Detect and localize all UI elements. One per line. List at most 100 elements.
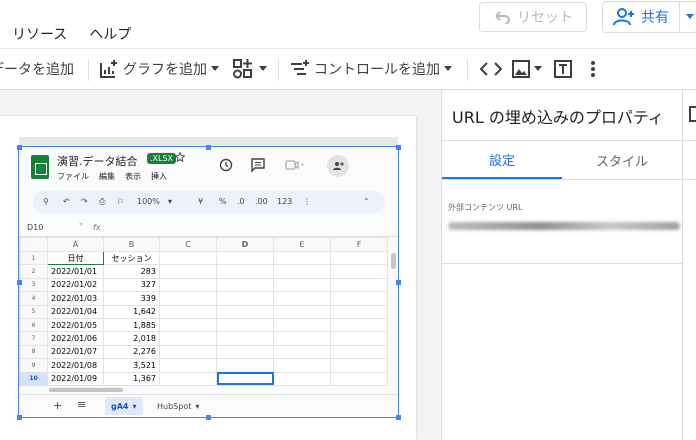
search-icon[interactable]: ⚲ [43, 197, 49, 206]
row-header[interactable]: 2 [19, 264, 48, 279]
add-chart-button[interactable]: グラフを追加 [99, 49, 219, 89]
cell[interactable]: 2022/01/06 [47, 331, 104, 346]
cell[interactable]: 283 [103, 264, 160, 279]
column-header[interactable]: A [47, 237, 104, 252]
add-control-button[interactable]: コントロールを追加 [290, 49, 452, 89]
row-header[interactable]: 5 [19, 304, 48, 319]
cell[interactable] [273, 371, 331, 386]
chevron-down-icon[interactable] [686, 14, 694, 20]
cell[interactable] [159, 291, 217, 306]
row-header[interactable]: 3 [19, 277, 48, 293]
row-header[interactable]: 9 [19, 358, 48, 373]
cell[interactable] [330, 264, 388, 279]
row-header[interactable]: 10 [19, 371, 48, 386]
menu-resources[interactable]: リソース [12, 24, 67, 44]
all-sheets-icon[interactable]: ≡ [77, 398, 86, 411]
row-header[interactable]: 1 [19, 250, 48, 266]
cell[interactable]: 327 [103, 277, 160, 293]
cell[interactable] [273, 344, 331, 360]
more-button[interactable] [590, 49, 596, 89]
resize-handle[interactable] [396, 145, 401, 150]
sheet-tab-ga4[interactable]: gA4 ▾ [105, 397, 143, 415]
row-header[interactable]: 7 [19, 331, 48, 346]
url-embed-component[interactable]: 演習.データ結合 .XLSX ファイル 編集 表示 挿入 ⚲ ↶ ↷ ⎙ ⚐ 1… [18, 146, 399, 418]
row-header[interactable]: 6 [19, 317, 48, 333]
cell[interactable] [330, 371, 388, 386]
more-vert-icon[interactable]: ⋮ [303, 197, 311, 206]
cell[interactable]: 日付 [47, 250, 104, 266]
resize-handle[interactable] [206, 415, 211, 420]
cell[interactable] [159, 371, 217, 386]
sheets-menu-insert[interactable]: 挿入 [151, 171, 167, 182]
cell[interactable] [330, 317, 388, 333]
column-header[interactable]: E [273, 237, 331, 252]
add-component-button[interactable] [233, 49, 267, 89]
cell[interactable] [273, 264, 331, 279]
share-avatar-button[interactable] [327, 155, 349, 177]
increase-decimal-button[interactable]: .00 [255, 197, 268, 206]
cell[interactable]: 2022/01/07 [47, 344, 104, 360]
share-button[interactable]: 共有 [602, 1, 696, 33]
column-header[interactable]: F [330, 237, 388, 252]
cell[interactable]: 2,276 [103, 344, 160, 360]
external-url-input[interactable] [448, 222, 680, 230]
cell[interactable] [159, 250, 217, 266]
reset-button[interactable]: リセット [479, 2, 587, 32]
cell[interactable] [159, 264, 217, 279]
zoom-select[interactable]: 100% [137, 197, 160, 206]
currency-format-button[interactable]: ¥ [198, 197, 203, 206]
cell[interactable] [330, 277, 388, 293]
sheets-menu-view[interactable]: 表示 [125, 171, 141, 182]
cell[interactable] [330, 331, 388, 346]
row-header[interactable]: 4 [19, 291, 48, 306]
cell[interactable] [159, 277, 217, 293]
cell[interactable]: 3,521 [103, 358, 160, 373]
cell[interactable] [216, 291, 274, 306]
more-formats-button[interactable]: 123 [277, 197, 292, 206]
menu-help[interactable]: ヘルプ [89, 24, 131, 44]
cell[interactable] [159, 344, 217, 360]
vertical-scrollbar[interactable] [391, 253, 396, 269]
cell[interactable] [159, 358, 217, 373]
cell[interactable]: 2022/01/04 [47, 304, 104, 319]
cell[interactable] [273, 331, 331, 346]
sheet-tab-hubspot[interactable]: HubSpot ▾ [151, 397, 205, 415]
cell[interactable] [159, 304, 217, 319]
cell[interactable] [330, 344, 388, 360]
add-sheet-icon[interactable]: + [53, 399, 62, 412]
cell[interactable] [273, 304, 331, 319]
resize-handle[interactable] [396, 280, 401, 285]
sheet-grid[interactable]: A B C D E F 1 日付 セッション 2 2022/01/01 283 … [19, 237, 388, 386]
row-header[interactable]: 8 [19, 344, 48, 360]
select-all-corner[interactable] [19, 237, 48, 252]
cell[interactable]: 2022/01/03 [47, 291, 104, 306]
tab-setup[interactable]: 設定 [442, 141, 562, 179]
cell[interactable] [216, 344, 274, 360]
cell[interactable] [216, 317, 274, 333]
sheets-title[interactable]: 演習.データ結合 [57, 153, 138, 169]
cell[interactable] [330, 358, 388, 373]
horizontal-scrollbar[interactable] [49, 388, 123, 392]
star-icon[interactable] [175, 152, 185, 162]
column-header[interactable]: B [103, 237, 160, 252]
redo-icon[interactable]: ↷ [81, 197, 88, 206]
cell[interactable] [159, 317, 217, 333]
cell[interactable] [216, 331, 274, 346]
cell[interactable]: 2022/01/08 [47, 358, 104, 373]
cell[interactable]: 1,885 [103, 317, 160, 333]
cell[interactable] [330, 250, 388, 266]
add-data-button[interactable]: データを追加 [0, 49, 74, 89]
cell[interactable] [216, 264, 274, 279]
column-header[interactable]: C [159, 237, 217, 252]
meet-icon[interactable] [285, 160, 305, 170]
sheets-menu-file[interactable]: ファイル [57, 171, 89, 182]
cell[interactable]: 339 [103, 291, 160, 306]
cell[interactable] [216, 358, 274, 373]
sheets-menu-edit[interactable]: 編集 [99, 171, 115, 182]
cell[interactable] [273, 291, 331, 306]
cell[interactable] [273, 358, 331, 373]
name-box[interactable]: D10 [27, 223, 43, 232]
cell[interactable]: 2,018 [103, 331, 160, 346]
cell[interactable] [273, 277, 331, 293]
cell[interactable]: 2022/01/05 [47, 317, 104, 333]
